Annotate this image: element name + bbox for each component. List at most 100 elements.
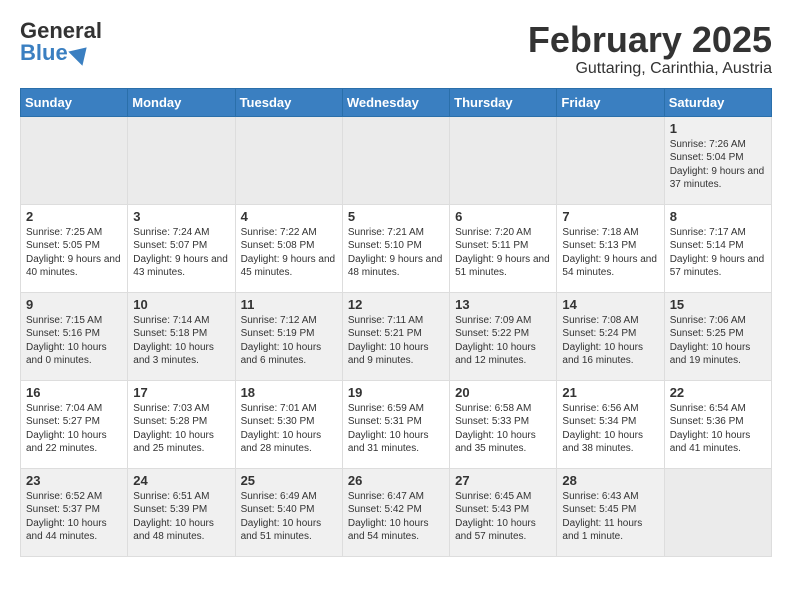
calendar-cell: 5 Sunrise: 7:21 AM Sunset: 5:10 PM Daylig…	[342, 204, 449, 292]
day-number: 3	[133, 209, 229, 224]
calendar-cell	[128, 116, 235, 204]
day-info: Sunrise: 7:12 AM Sunset: 5:19 PM Dayligh…	[241, 314, 337, 368]
calendar-cell: 1 Sunrise: 7:26 AM Sunset: 5:04 PM Daylig…	[664, 116, 771, 204]
day-number: 11	[241, 297, 337, 312]
calendar-cell: 15Sunrise: 7:06 AM Sunset: 5:25 PM Dayli…	[664, 292, 771, 380]
month-title: February 2025	[528, 20, 772, 60]
weekday-header-thursday: Thursday	[450, 88, 557, 116]
weekday-header-tuesday: Tuesday	[235, 88, 342, 116]
calendar-cell: 21 Sunrise: 6:56 AM Sunset: 5:34 PM Dayli…	[557, 380, 664, 468]
weekday-header-row: SundayMondayTuesdayWednesdayThursdayFrid…	[21, 88, 772, 116]
day-info: Sunrise: 6:45 AM Sunset: 5:43 PM Dayligh…	[455, 490, 551, 544]
calendar-table: SundayMondayTuesdayWednesdayThursdayFrid…	[20, 88, 772, 557]
calendar-cell	[342, 116, 449, 204]
day-info: Sunrise: 7:20 AM Sunset: 5:11 PM Dayligh…	[455, 226, 551, 280]
weekday-header-friday: Friday	[557, 88, 664, 116]
day-number: 9	[26, 297, 122, 312]
day-number: 16	[26, 385, 122, 400]
calendar-cell: 23 Sunrise: 6:52 AM Sunset: 5:37 PM Dayli…	[21, 468, 128, 556]
day-number: 10	[133, 297, 229, 312]
calendar-cell: 17 Sunrise: 7:03 AM Sunset: 5:28 PM Dayli…	[128, 380, 235, 468]
calendar-cell	[664, 468, 771, 556]
calendar-cell: 18 Sunrise: 7:01 AM Sunset: 5:30 PM Dayli…	[235, 380, 342, 468]
day-number: 21	[562, 385, 658, 400]
calendar-cell: 2 Sunrise: 7:25 AM Sunset: 5:05 PM Daylig…	[21, 204, 128, 292]
day-info: Sunrise: 6:56 AM Sunset: 5:34 PM Dayligh…	[562, 402, 658, 456]
day-number: 23	[26, 473, 122, 488]
day-number: 24	[133, 473, 229, 488]
location-title: Guttaring, Carinthia, Austria	[528, 60, 772, 78]
day-info: Sunrise: 7:17 AM Sunset: 5:14 PM Dayligh…	[670, 226, 766, 280]
calendar-cell: 19 Sunrise: 6:59 AM Sunset: 5:31 PM Dayli…	[342, 380, 449, 468]
calendar-week-row: 9Sunrise: 7:15 AM Sunset: 5:16 PM Daylig…	[21, 292, 772, 380]
calendar-cell	[557, 116, 664, 204]
day-info: Sunrise: 6:58 AM Sunset: 5:33 PM Dayligh…	[455, 402, 551, 456]
day-info: Sunrise: 6:59 AM Sunset: 5:31 PM Dayligh…	[348, 402, 444, 456]
page-header: General Blue February 2025 Guttaring, Ca…	[20, 20, 772, 78]
calendar-week-row: 1 Sunrise: 7:26 AM Sunset: 5:04 PM Daylig…	[21, 116, 772, 204]
day-number: 14	[562, 297, 658, 312]
calendar-cell: 12Sunrise: 7:11 AM Sunset: 5:21 PM Dayli…	[342, 292, 449, 380]
day-info: Sunrise: 6:52 AM Sunset: 5:37 PM Dayligh…	[26, 490, 122, 544]
weekday-header-saturday: Saturday	[664, 88, 771, 116]
calendar-cell: 7Sunrise: 7:18 AM Sunset: 5:13 PM Daylig…	[557, 204, 664, 292]
calendar-week-row: 23 Sunrise: 6:52 AM Sunset: 5:37 PM Dayli…	[21, 468, 772, 556]
day-info: Sunrise: 7:08 AM Sunset: 5:24 PM Dayligh…	[562, 314, 658, 368]
day-info: Sunrise: 6:47 AM Sunset: 5:42 PM Dayligh…	[348, 490, 444, 544]
calendar-cell: 24 Sunrise: 6:51 AM Sunset: 5:39 PM Dayli…	[128, 468, 235, 556]
day-number: 4	[241, 209, 337, 224]
day-info: Sunrise: 7:25 AM Sunset: 5:05 PM Dayligh…	[26, 226, 122, 280]
day-number: 13	[455, 297, 551, 312]
day-number: 6	[455, 209, 551, 224]
calendar-cell: 4 Sunrise: 7:22 AM Sunset: 5:08 PM Daylig…	[235, 204, 342, 292]
day-info: Sunrise: 7:21 AM Sunset: 5:10 PM Dayligh…	[348, 226, 444, 280]
day-info: Sunrise: 6:43 AM Sunset: 5:45 PM Dayligh…	[562, 490, 658, 544]
calendar-cell	[235, 116, 342, 204]
day-number: 2	[26, 209, 122, 224]
calendar-cell: 8 Sunrise: 7:17 AM Sunset: 5:14 PM Daylig…	[664, 204, 771, 292]
day-info: Sunrise: 7:22 AM Sunset: 5:08 PM Dayligh…	[241, 226, 337, 280]
calendar-cell: 26Sunrise: 6:47 AM Sunset: 5:42 PM Dayli…	[342, 468, 449, 556]
day-info: Sunrise: 7:26 AM Sunset: 5:04 PM Dayligh…	[670, 138, 766, 192]
logo-triangle-icon	[68, 40, 93, 65]
day-info: Sunrise: 7:06 AM Sunset: 5:25 PM Dayligh…	[670, 314, 766, 368]
day-info: Sunrise: 7:24 AM Sunset: 5:07 PM Dayligh…	[133, 226, 229, 280]
day-number: 27	[455, 473, 551, 488]
calendar-cell: 22Sunrise: 6:54 AM Sunset: 5:36 PM Dayli…	[664, 380, 771, 468]
calendar-cell	[450, 116, 557, 204]
day-number: 5	[348, 209, 444, 224]
calendar-cell: 11 Sunrise: 7:12 AM Sunset: 5:19 PM Dayli…	[235, 292, 342, 380]
weekday-header-sunday: Sunday	[21, 88, 128, 116]
day-info: Sunrise: 7:03 AM Sunset: 5:28 PM Dayligh…	[133, 402, 229, 456]
day-number: 12	[348, 297, 444, 312]
calendar-cell: 10 Sunrise: 7:14 AM Sunset: 5:18 PM Dayli…	[128, 292, 235, 380]
day-info: Sunrise: 7:04 AM Sunset: 5:27 PM Dayligh…	[26, 402, 122, 456]
day-info: Sunrise: 6:54 AM Sunset: 5:36 PM Dayligh…	[670, 402, 766, 456]
day-info: Sunrise: 6:49 AM Sunset: 5:40 PM Dayligh…	[241, 490, 337, 544]
calendar-cell: 20 Sunrise: 6:58 AM Sunset: 5:33 PM Dayli…	[450, 380, 557, 468]
logo-general-text: General	[20, 20, 102, 42]
day-number: 17	[133, 385, 229, 400]
logo-blue-text: Blue	[20, 42, 91, 64]
calendar-cell: 16 Sunrise: 7:04 AM Sunset: 5:27 PM Dayli…	[21, 380, 128, 468]
weekday-header-monday: Monday	[128, 88, 235, 116]
day-info: Sunrise: 7:14 AM Sunset: 5:18 PM Dayligh…	[133, 314, 229, 368]
calendar-cell: 27 Sunrise: 6:45 AM Sunset: 5:43 PM Dayli…	[450, 468, 557, 556]
day-info: Sunrise: 7:01 AM Sunset: 5:30 PM Dayligh…	[241, 402, 337, 456]
day-number: 20	[455, 385, 551, 400]
title-block: February 2025 Guttaring, Carinthia, Aust…	[528, 20, 772, 78]
calendar-cell: 25Sunrise: 6:49 AM Sunset: 5:40 PM Dayli…	[235, 468, 342, 556]
day-number: 18	[241, 385, 337, 400]
day-info: Sunrise: 7:09 AM Sunset: 5:22 PM Dayligh…	[455, 314, 551, 368]
calendar-cell: 28Sunrise: 6:43 AM Sunset: 5:45 PM Dayli…	[557, 468, 664, 556]
day-number: 8	[670, 209, 766, 224]
day-number: 19	[348, 385, 444, 400]
calendar-cell: 3 Sunrise: 7:24 AM Sunset: 5:07 PM Daylig…	[128, 204, 235, 292]
calendar-cell: 6 Sunrise: 7:20 AM Sunset: 5:11 PM Daylig…	[450, 204, 557, 292]
day-info: Sunrise: 7:18 AM Sunset: 5:13 PM Dayligh…	[562, 226, 658, 280]
weekday-header-wednesday: Wednesday	[342, 88, 449, 116]
calendar-cell: 9Sunrise: 7:15 AM Sunset: 5:16 PM Daylig…	[21, 292, 128, 380]
calendar-cell: 14 Sunrise: 7:08 AM Sunset: 5:24 PM Dayli…	[557, 292, 664, 380]
day-info: Sunrise: 6:51 AM Sunset: 5:39 PM Dayligh…	[133, 490, 229, 544]
day-number: 1	[670, 121, 766, 136]
